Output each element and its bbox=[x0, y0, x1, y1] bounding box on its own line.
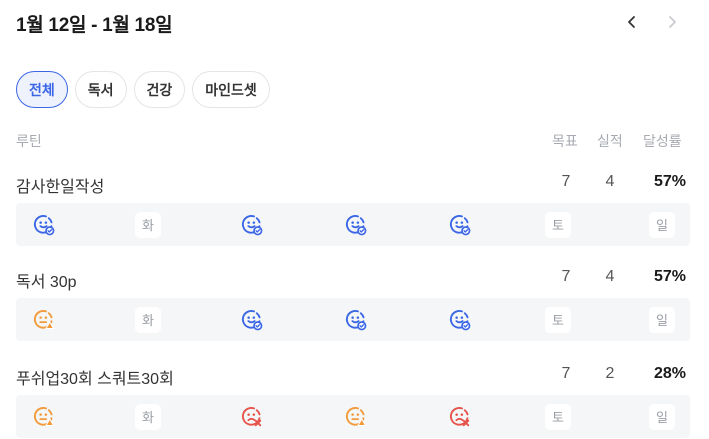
day-cell-empty[interactable]: 일 bbox=[642, 298, 682, 341]
week-header: 1월 12일 - 1월 18일 bbox=[16, 8, 696, 38]
routine-goal: 7 bbox=[561, 173, 571, 190]
day-status-good[interactable] bbox=[336, 298, 376, 341]
day-status-good[interactable] bbox=[440, 203, 480, 246]
week-range-title: 1월 12일 - 1월 18일 bbox=[16, 15, 173, 36]
routine-actual: 2 bbox=[605, 365, 615, 382]
day-status-good[interactable] bbox=[440, 298, 480, 341]
day-status-good[interactable] bbox=[232, 298, 272, 341]
day-label: 화 bbox=[135, 403, 161, 430]
smile-check-icon bbox=[241, 214, 263, 235]
day-status-warn[interactable] bbox=[336, 395, 376, 438]
day-label: 토 bbox=[545, 403, 571, 430]
day-status-good[interactable] bbox=[24, 203, 64, 246]
day-cell-empty[interactable]: 토 bbox=[538, 395, 578, 438]
routine-actual: 4 bbox=[605, 268, 615, 285]
day-cell-empty[interactable]: 화 bbox=[128, 203, 168, 246]
routine-row[interactable]: 푸쉬업30회 스쿼트30회 7 2 28% 화 토 일 bbox=[16, 365, 690, 439]
column-header-goal: 목표 bbox=[552, 133, 578, 149]
routine-name: 감사한일작성 bbox=[16, 179, 105, 196]
day-cell-empty[interactable]: 토 bbox=[538, 298, 578, 341]
routine-rate: 57% bbox=[653, 173, 686, 190]
day-strip: 화 토일 bbox=[16, 395, 690, 438]
day-label: 화 bbox=[135, 306, 161, 333]
tab-reading[interactable]: 독서 bbox=[74, 71, 127, 108]
smile-check-icon bbox=[449, 309, 471, 330]
tab-all[interactable]: 전체 bbox=[16, 71, 68, 108]
previous-week-button[interactable] bbox=[620, 10, 644, 34]
column-header-rate: 달성률 bbox=[643, 133, 682, 149]
day-status-bad[interactable] bbox=[440, 395, 480, 438]
day-label: 토 bbox=[545, 306, 571, 333]
sad-cross-icon bbox=[241, 406, 262, 426]
day-cell-empty[interactable]: 화 bbox=[128, 298, 168, 341]
day-status-good[interactable] bbox=[336, 203, 376, 246]
day-label: 일 bbox=[649, 306, 675, 333]
routine-row[interactable]: 감사한일작성 7 4 57% 화 토 일 bbox=[16, 173, 690, 248]
smile-check-icon bbox=[449, 214, 471, 235]
neutral-warning-icon bbox=[345, 406, 367, 426]
routine-goal: 7 bbox=[561, 365, 571, 382]
day-status-bad[interactable] bbox=[232, 395, 272, 438]
day-label: 화 bbox=[135, 211, 161, 238]
routine-name: 푸쉬업30회 스쿼트30회 bbox=[16, 371, 174, 388]
day-strip: 화 토일 bbox=[16, 203, 690, 246]
smile-check-icon bbox=[33, 214, 55, 235]
routine-goal: 7 bbox=[561, 268, 571, 285]
routine-rate: 57% bbox=[653, 268, 686, 285]
sad-cross-icon bbox=[449, 406, 470, 426]
neutral-warning-icon bbox=[33, 309, 55, 329]
day-cell-empty[interactable]: 토 bbox=[538, 203, 578, 246]
next-week-button[interactable] bbox=[660, 10, 684, 34]
day-strip: 화 토일 bbox=[16, 298, 690, 341]
day-status-warn[interactable] bbox=[24, 395, 64, 438]
day-cell-empty[interactable]: 일 bbox=[642, 203, 682, 246]
routine-name: 독서 30p bbox=[16, 274, 77, 291]
smile-check-icon bbox=[345, 214, 367, 235]
tab-health[interactable]: 건강 bbox=[133, 71, 186, 108]
routine-actual: 4 bbox=[605, 173, 615, 190]
neutral-warning-icon bbox=[33, 406, 55, 426]
smile-check-icon bbox=[345, 309, 367, 330]
day-cell-empty[interactable]: 일 bbox=[642, 395, 682, 438]
column-header-actual: 실적 bbox=[597, 133, 623, 149]
day-cell-empty[interactable]: 화 bbox=[128, 395, 168, 438]
day-status-good[interactable] bbox=[232, 203, 272, 246]
category-tabs: 전체 독서 건강 마인드셋 bbox=[16, 71, 270, 108]
day-label: 일 bbox=[649, 211, 675, 238]
smile-check-icon bbox=[241, 309, 263, 330]
day-label: 토 bbox=[545, 211, 571, 238]
chevron-right-icon bbox=[669, 16, 676, 28]
day-label: 일 bbox=[649, 403, 675, 430]
routine-row[interactable]: 독서 30p 7 4 57% 화 토 일 bbox=[16, 268, 690, 343]
day-status-warn[interactable] bbox=[24, 298, 64, 341]
chevron-left-icon bbox=[628, 16, 635, 28]
routine-rate: 28% bbox=[653, 365, 686, 382]
column-header-routine: 루틴 bbox=[16, 133, 42, 149]
tab-mindset[interactable]: 마인드셋 bbox=[192, 71, 270, 108]
